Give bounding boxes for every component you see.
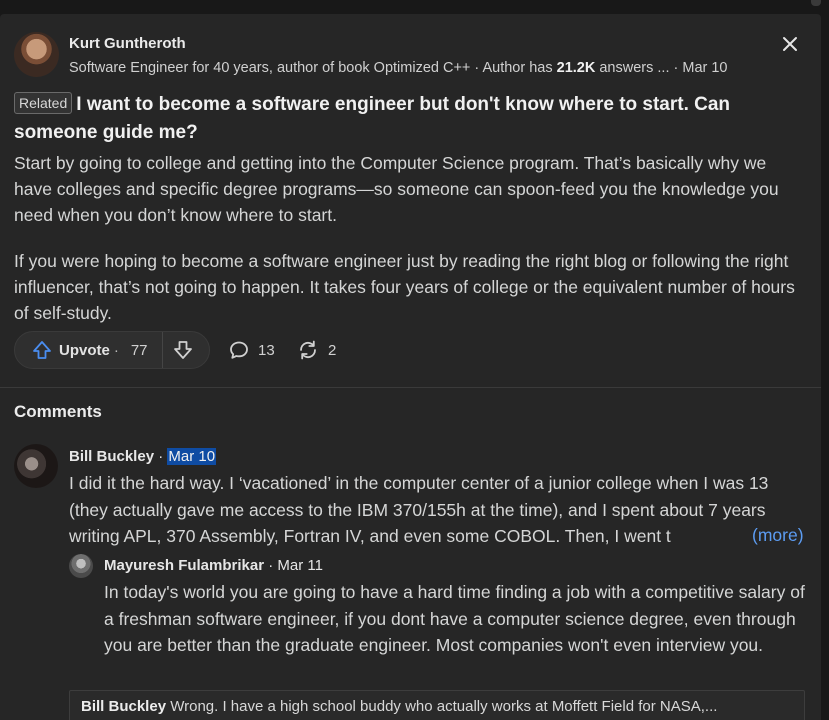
upvote-arrow-icon — [33, 341, 51, 359]
author-name[interactable]: Kurt Guntheroth — [69, 35, 186, 52]
upvote-separator: · — [113, 341, 119, 359]
comment-separator: · — [154, 448, 168, 465]
reply-author-name[interactable]: Mayuresh Fulambrikar — [104, 557, 264, 574]
credential-suffix: answers ... — [595, 60, 670, 76]
comments-heading: Comments — [14, 402, 102, 421]
reply-avatar[interactable] — [69, 554, 93, 578]
share-reload-icon — [300, 340, 316, 360]
collapsed-reply-author: Bill Buckley — [81, 698, 167, 715]
author-credential: Software Engineer for 40 years, author o… — [69, 60, 728, 76]
share-button[interactable]: 2 — [296, 337, 336, 363]
collapsed-reply[interactable]: Bill Buckley Wrong. I have a high school… — [69, 690, 805, 720]
author-avatar[interactable] — [14, 32, 59, 77]
answer-paragraph-1: Start by going to college and getting in… — [14, 153, 779, 225]
reply-separator: · — [264, 557, 278, 574]
close-icon — [783, 37, 797, 51]
comment-bubble-icon — [230, 341, 248, 359]
scrollbar-thumb[interactable] — [811, 0, 821, 6]
share-count: 2 — [328, 341, 337, 359]
related-tag: Related — [14, 92, 73, 114]
answer-count: 21.2K — [556, 60, 596, 76]
more-link[interactable]: (more) — [750, 522, 804, 549]
question-title[interactable]: Related I want to become a software engin… — [14, 91, 804, 147]
comment-header: Bill Buckley · Mar 10 — [69, 448, 217, 465]
answer-paragraph-2: If you were hoping to become a software … — [14, 251, 795, 323]
comment-count: 13 — [258, 341, 275, 359]
collapsed-reply-text: Wrong. I have a high school buddy who ac… — [166, 698, 718, 715]
section-divider — [0, 387, 821, 388]
question-text[interactable]: I want to become a software engineer but… — [14, 94, 730, 143]
vote-pill: Upvote · 77 — [14, 331, 210, 369]
commenter-avatar[interactable] — [14, 444, 58, 488]
top-strip — [0, 0, 829, 14]
upvote-count: 77 — [130, 341, 148, 359]
action-bar: Upvote · 77 13 2 — [14, 331, 414, 369]
text-fade — [690, 522, 750, 549]
downvote-button[interactable] — [171, 338, 195, 362]
comment-button[interactable]: 13 — [228, 337, 275, 363]
upvote-button[interactable]: Upvote · 77 — [15, 332, 163, 368]
upvote-label: Upvote — [59, 341, 110, 359]
comment-date[interactable]: Mar 10 — [167, 448, 217, 465]
answer-card: Kurt Guntheroth Software Engineer for 40… — [0, 14, 821, 720]
reply-date[interactable]: Mar 11 — [277, 557, 323, 574]
reply-header: Mayuresh Fulambrikar · Mar 11 — [104, 557, 323, 574]
close-button[interactable] — [779, 33, 801, 55]
answer-date[interactable]: · Mar 10 — [669, 60, 728, 76]
credential-text: Software Engineer for 40 years, author o… — [69, 60, 557, 76]
reply-body: In today's world you are going to have a… — [104, 582, 805, 655]
downvote-arrow-icon — [174, 341, 192, 359]
commenter-name[interactable]: Bill Buckley — [69, 448, 154, 465]
